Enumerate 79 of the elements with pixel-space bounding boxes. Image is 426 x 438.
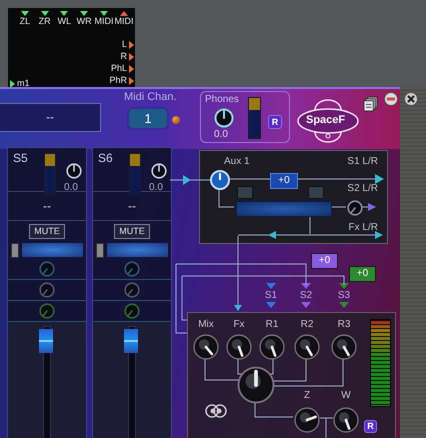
pan-bar[interactable]: [107, 243, 168, 258]
knob-label: R1: [264, 319, 280, 330]
level-meter: [44, 153, 56, 195]
knob[interactable]: [259, 334, 285, 360]
toggle-button[interactable]: [237, 186, 253, 199]
output-label: S2 L/R: [347, 183, 378, 194]
fader-thumb[interactable]: [39, 328, 53, 353]
knob[interactable]: [331, 334, 357, 360]
level-meter: [248, 97, 261, 139]
signal-line: [330, 206, 346, 208]
knob[interactable]: [226, 334, 252, 360]
mute-button[interactable]: MUTE: [114, 224, 150, 239]
toggle-button[interactable]: [308, 186, 324, 199]
knob[interactable]: [237, 366, 275, 404]
send-label: S2: [300, 290, 312, 301]
channel-display: --: [8, 192, 86, 222]
knob-label: R3: [336, 319, 352, 330]
knob-value: 0.0: [64, 182, 78, 193]
amount-display: +0: [270, 173, 298, 189]
knob[interactable]: [333, 407, 359, 433]
link-icon[interactable]: [205, 404, 227, 418]
port-label: ZR: [38, 16, 51, 27]
knob-value: 0.0: [214, 129, 228, 140]
signal-line: [218, 188, 234, 208]
triangle-icon: [60, 11, 68, 16]
port-label: MIDI: [114, 16, 134, 27]
port-label: L: [122, 39, 127, 50]
triangle-icon: [40, 11, 49, 16]
knob-label: W: [340, 390, 352, 401]
r-button[interactable]: R: [268, 115, 282, 129]
output-label: Fx L/R: [348, 222, 378, 233]
fader-thumb[interactable]: [124, 328, 138, 353]
knob[interactable]: [347, 200, 363, 216]
knob[interactable]: [294, 407, 320, 433]
port-label: m1: [17, 78, 30, 89]
display-field: --: [0, 103, 101, 132]
triangle-icon: [100, 11, 108, 16]
midi-channel-label: Midi Chan.: [124, 91, 177, 103]
logo-drawing: [296, 97, 360, 145]
send-label: S1: [264, 290, 278, 301]
port-label: R: [120, 51, 127, 62]
amount-display: +0: [349, 266, 376, 282]
port-label: PhL: [110, 63, 127, 74]
aux-title: Aux 1: [224, 156, 250, 167]
mute-button[interactable]: MUTE: [29, 224, 65, 239]
output-label: S1 L/R: [347, 156, 378, 167]
knob[interactable]: [294, 334, 320, 360]
amount-display: +0: [311, 253, 338, 269]
pan-handle[interactable]: [96, 242, 104, 258]
port-label: WL: [58, 16, 72, 27]
port-label: MIDI: [94, 16, 114, 27]
channel-name: S6: [98, 151, 113, 165]
signal-line: [254, 402, 294, 418]
channel-display: --: [93, 192, 171, 222]
knob-label: Z: [302, 390, 312, 401]
channel-name: S5: [13, 151, 28, 165]
send-label: S3: [338, 290, 350, 301]
phones-label: Phones: [205, 94, 239, 105]
signal-line: [204, 358, 240, 380]
pan-bar[interactable]: [22, 243, 83, 258]
triangle-icon: [20, 11, 29, 16]
port-label: PhR: [109, 75, 127, 86]
triangle-icon: [120, 11, 128, 16]
signal-line: [170, 175, 212, 185]
knob-label: R2: [300, 319, 314, 330]
midi-channel-field[interactable]: 1: [127, 107, 169, 130]
port-label: WR: [76, 16, 92, 27]
r-button[interactable]: R: [364, 420, 377, 433]
knob[interactable]: [193, 334, 219, 360]
pan-handle[interactable]: [11, 242, 19, 258]
knob-label: Fx: [232, 319, 246, 330]
knob-value: 0.0: [149, 182, 163, 193]
triangle-icon: [80, 11, 88, 16]
level-meter: [129, 153, 141, 195]
signal-line: [362, 203, 376, 211]
port-label: ZL: [20, 16, 30, 27]
pages-icon[interactable]: [363, 96, 378, 112]
knob-label: Mix: [197, 319, 215, 330]
logo-text: SpaceF: [306, 114, 346, 126]
